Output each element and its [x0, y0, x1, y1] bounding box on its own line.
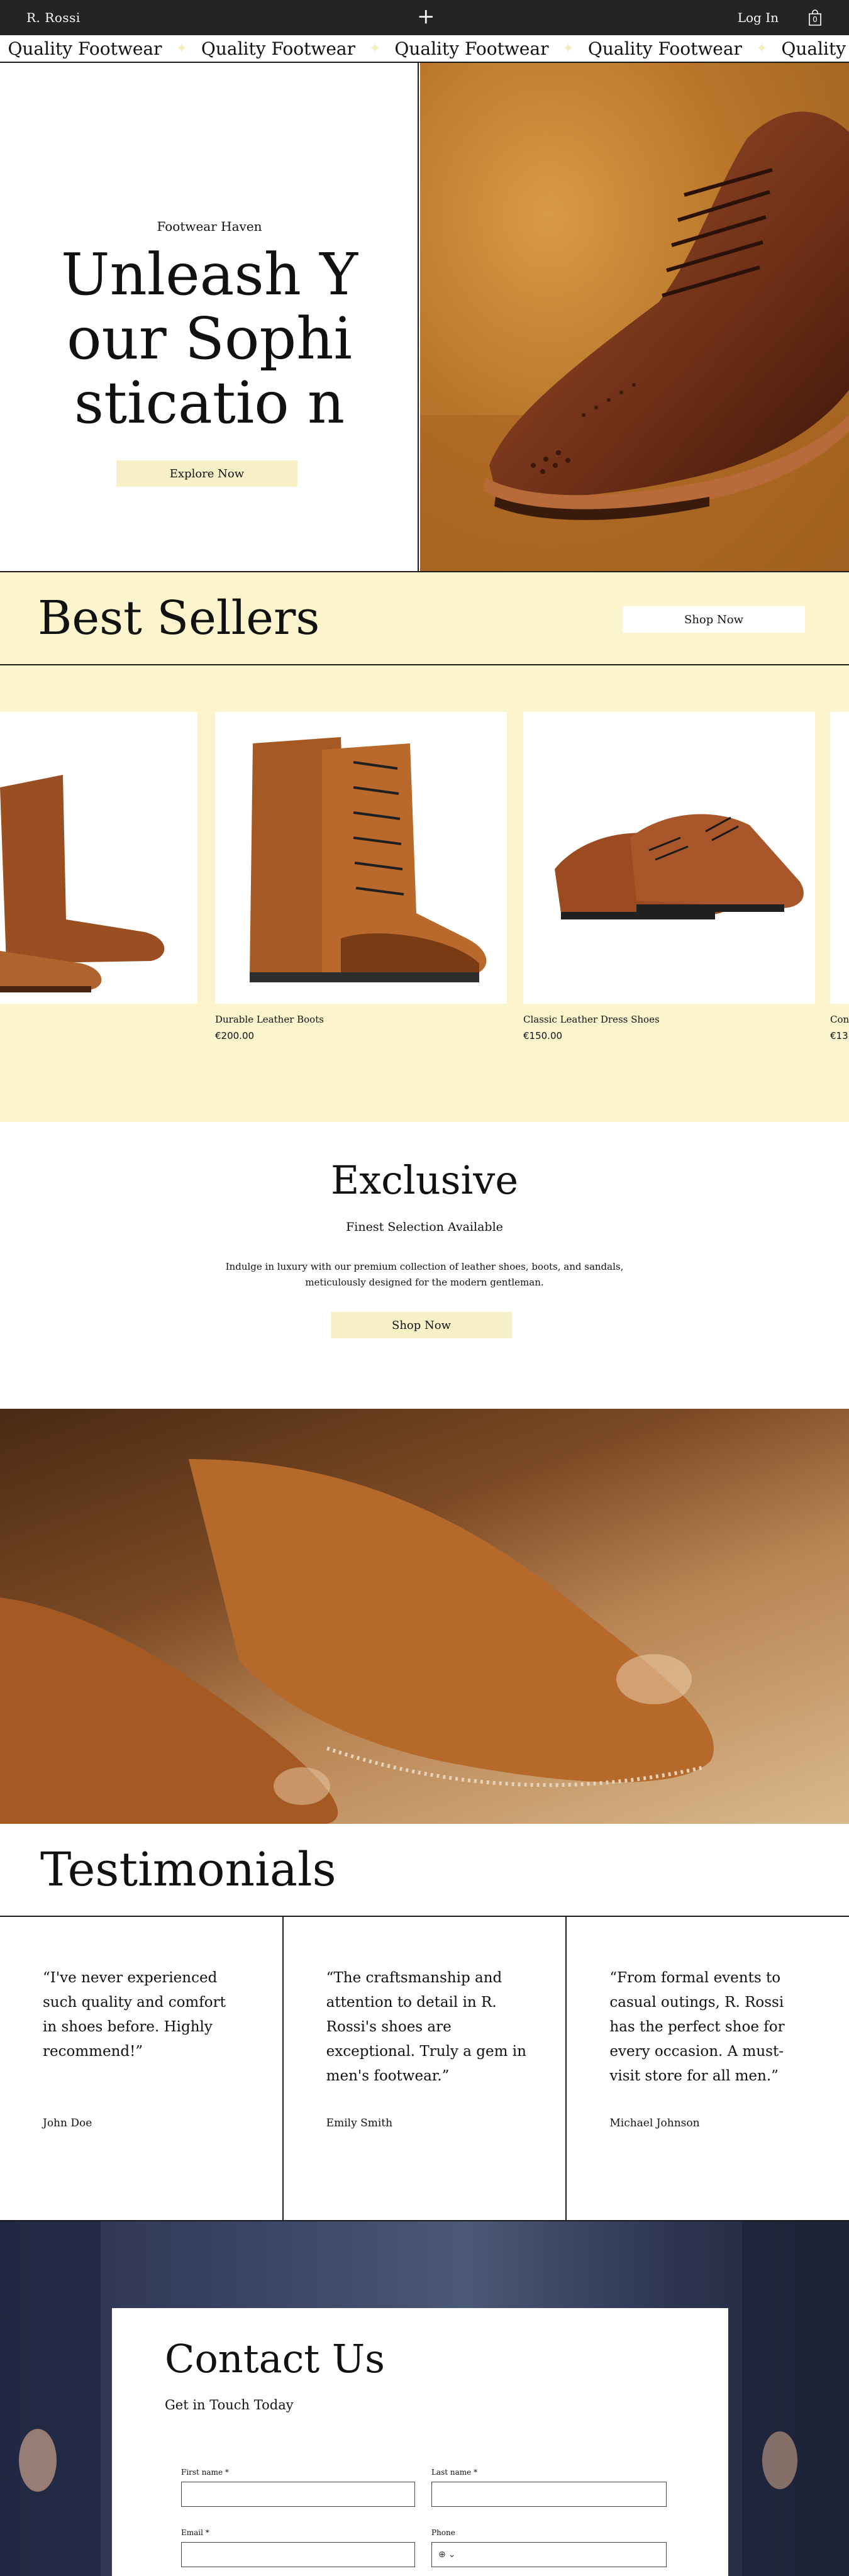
product-image — [0, 712, 197, 1004]
product-carousel: Durable Leather Boots €200.00 Classic Le… — [0, 665, 849, 1122]
product-image — [830, 712, 849, 1004]
marquee-item: Quality Footwear — [587, 38, 742, 59]
page: R. Rossi + Log In 0 ✦ Quality Footwear ✦… — [0, 0, 849, 2576]
top-nav: R. Rossi + Log In 0 — [0, 0, 849, 35]
marquee-banner: ✦ Quality Footwear ✦ Quality Footwear ✦ … — [0, 35, 849, 63]
cart-count: 0 — [813, 15, 818, 24]
product-name: Classic Leather Dress Shoes — [523, 1014, 660, 1025]
plus-icon[interactable]: + — [417, 4, 435, 29]
hero-title: Unleash Your Sophisticatio n — [61, 241, 358, 436]
testimonial-author: Michael Johnson — [609, 2117, 700, 2129]
email-field[interactable] — [181, 2542, 415, 2567]
testimonial-quote: “The craftsmanship and attention to deta… — [326, 1970, 526, 2084]
phone-label: Phone — [431, 2528, 455, 2537]
login-link[interactable]: Log In — [738, 10, 779, 25]
product-name: Durable Leather Boots — [215, 1014, 324, 1025]
marquee-item: Quality Footwear — [201, 38, 355, 59]
product-image — [523, 712, 815, 1004]
testimonials-title: Testimonials — [40, 1843, 336, 1897]
last-name-field[interactable] — [431, 2482, 667, 2507]
brand-logo[interactable]: R. Rossi — [26, 10, 80, 25]
exclusive-section: Exclusive Finest Selection Available Ind… — [0, 1122, 849, 1409]
testimonial-quote: “From formal events to casual outings, R… — [609, 1970, 785, 2084]
exclusive-title: Exclusive — [330, 1157, 519, 1203]
exclusive-body: Indulge in luxury with our premium colle… — [225, 1261, 624, 1288]
last-name-label: Last name * — [431, 2468, 478, 2477]
hero-section: Footwear Haven Unleash Your Sophisticati… — [0, 63, 849, 571]
hero-image — [420, 63, 849, 571]
marquee-item: Quality Footwear — [781, 38, 849, 59]
best-sellers-title: Best Sellers — [38, 591, 320, 645]
testimonials-row: “I've never experienced such quality and… — [0, 1917, 849, 2221]
testimonial-quote: “I've never experienced such quality and… — [43, 1970, 226, 2060]
contact-title: Contact Us — [165, 2336, 385, 2382]
globe-icon: ⊕ — [438, 2550, 446, 2560]
country-code-selector[interactable]: ⊕ ⌄ — [432, 2543, 455, 2567]
product-price: €150.00 — [523, 1030, 563, 1041]
phone-field[interactable]: ⊕ ⌄ — [431, 2542, 667, 2567]
star-icon: ✦ — [369, 40, 381, 57]
testimonial-card: “The craftsmanship and attention to deta… — [284, 1917, 567, 2220]
product-price: €200.00 — [215, 1030, 255, 1041]
exclusive-subtitle: Finest Selection Available — [346, 1220, 503, 1234]
contact-form-card: Contact Us Get in Touch Today First name… — [112, 2308, 728, 2576]
chevron-down-icon: ⌄ — [448, 2550, 456, 2560]
marquee-item: Quality Footwear — [394, 38, 549, 59]
product-price: €13 — [830, 1030, 848, 1041]
brogue-shoe-image — [420, 111, 849, 571]
first-name-label: First name * — [181, 2468, 229, 2477]
hero-text-panel: Footwear Haven Unleash Your Sophisticati… — [0, 63, 419, 571]
product-name: Con — [830, 1014, 849, 1025]
testimonial-card: “I've never experienced such quality and… — [0, 1917, 284, 2220]
star-icon: ✦ — [755, 40, 768, 57]
explore-now-button[interactable]: Explore Now — [116, 460, 297, 487]
product-card[interactable]: Con €13 — [830, 712, 849, 1041]
testimonial-author: Emily Smith — [326, 2117, 393, 2129]
hero-eyebrow: Footwear Haven — [157, 219, 262, 234]
best-sellers-header: Best Sellers Shop Now — [0, 571, 849, 665]
marquee-item: Quality Footwear — [8, 38, 162, 59]
shop-now-button[interactable]: Shop Now — [623, 606, 805, 633]
cart-button[interactable]: 0 — [807, 9, 823, 26]
first-name-field[interactable] — [181, 2482, 415, 2507]
product-card[interactable] — [0, 712, 197, 1014]
testimonial-card: “From formal events to casual outings, R… — [567, 1917, 849, 2220]
testimonial-author: John Doe — [43, 2117, 92, 2129]
shop-now-button[interactable]: Shop Now — [331, 1312, 512, 1338]
star-icon: ✦ — [175, 40, 187, 57]
contact-subtitle: Get in Touch Today — [165, 2397, 294, 2412]
testimonials-header: Testimonials — [0, 1824, 849, 1917]
nav-actions: Log In 0 — [738, 9, 823, 26]
product-card[interactable]: Durable Leather Boots €200.00 — [215, 712, 507, 1041]
email-label: Email * — [181, 2528, 209, 2537]
product-image — [215, 712, 507, 1004]
product-card[interactable]: Classic Leather Dress Shoes €150.00 — [523, 712, 815, 1041]
marquee-track: ✦ Quality Footwear ✦ Quality Footwear ✦ … — [0, 38, 849, 59]
shoe-closeup-image — [0, 1409, 849, 1824]
star-icon: ✦ — [562, 40, 574, 57]
